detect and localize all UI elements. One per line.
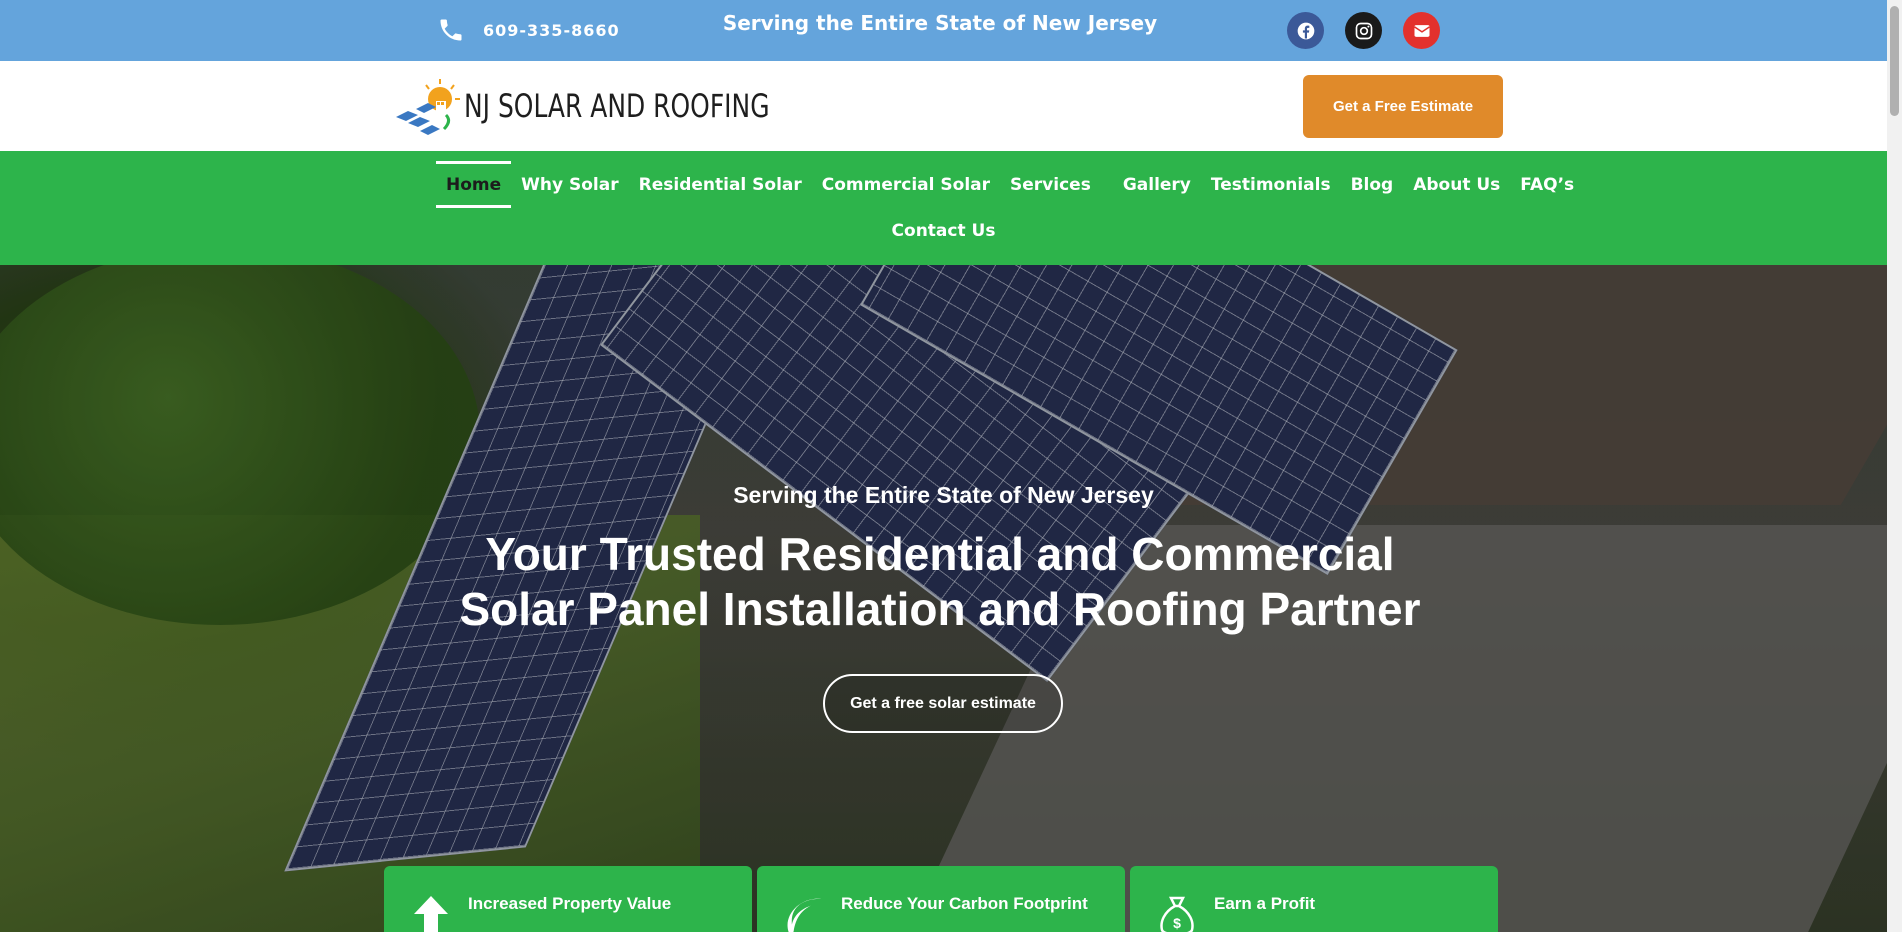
feature-card-earn-profit: $ Earn a Profit [1130, 866, 1498, 932]
facebook-button[interactable] [1287, 12, 1324, 49]
site-header: NJ SOLAR AND ROOFING Get a Free Estimate [0, 61, 1887, 151]
top-tagline: Serving the Entire State of New Jersey [722, 11, 1158, 35]
nav-why-solar[interactable]: Why Solar [511, 161, 628, 208]
feature-label: Earn a Profit [1214, 894, 1316, 913]
svg-text:$: $ [1173, 915, 1181, 931]
nav-testimonials[interactable]: Testimonials [1201, 161, 1341, 208]
hero-section: Serving the Entire State of New Jersey Y… [0, 265, 1887, 932]
email-icon [1413, 24, 1430, 37]
leaf-icon [787, 898, 822, 932]
feature-label: Reduce Your Carbon Footprint [841, 894, 1088, 913]
solar-logo-icon [396, 79, 460, 135]
money-bag-icon: $ [1160, 896, 1194, 932]
nav-blog[interactable]: Blog [1341, 161, 1404, 208]
nav-services[interactable]: Services [1000, 161, 1101, 208]
top-bar: 609-335-8660 Serving the Entire State of… [0, 0, 1887, 61]
feature-card-carbon-footprint: Reduce Your Carbon Footprint [757, 866, 1125, 932]
hero-subtitle: Serving the Entire State of New Jersey [733, 482, 1154, 508]
email-button[interactable] [1403, 12, 1440, 49]
nav-home[interactable]: Home [436, 161, 512, 208]
scrollbar-thumb[interactable] [1890, 6, 1899, 116]
instagram-icon [1355, 22, 1372, 39]
hero-title: Your Trusted Residential and Commercial … [459, 528, 1421, 635]
arrow-up-icon [414, 896, 448, 932]
facebook-icon [1297, 22, 1314, 39]
feature-label: Increased Property Value [468, 894, 672, 913]
nav-gallery[interactable]: Gallery [1113, 161, 1201, 208]
nav-about-us[interactable]: About Us [1403, 161, 1510, 208]
free-solar-estimate-button[interactable]: Get a free solar estimate [823, 674, 1063, 733]
site-logo[interactable]: NJ SOLAR AND ROOFING [388, 75, 856, 137]
nav-contact-us[interactable]: Contact Us [882, 207, 1006, 254]
logo-text: NJ SOLAR AND ROOFING [464, 87, 770, 125]
instagram-button[interactable] [1345, 12, 1382, 49]
nav-commercial-solar[interactable]: Commercial Solar [812, 161, 1000, 208]
nav-faqs[interactable]: FAQ’s [1510, 161, 1584, 208]
main-nav: Home Why Solar Residential Solar Commerc… [0, 151, 1887, 265]
page-scrollbar[interactable] [1887, 0, 1902, 932]
free-estimate-button[interactable]: Get a Free Estimate [1303, 75, 1503, 138]
feature-card-property-value: Increased Property Value [384, 866, 752, 932]
nav-residential-solar[interactable]: Residential Solar [629, 161, 812, 208]
